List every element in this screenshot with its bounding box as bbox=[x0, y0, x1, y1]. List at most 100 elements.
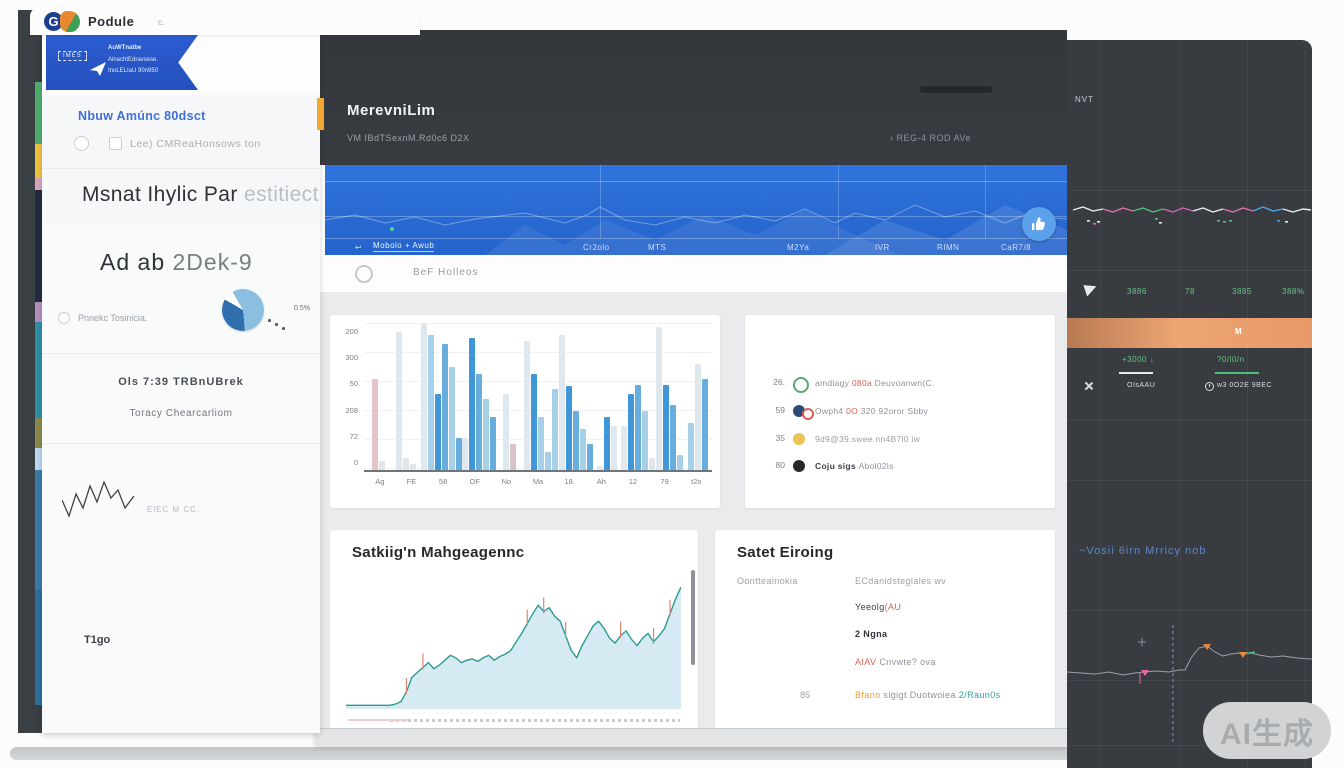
heading-faded: estitiect bbox=[244, 183, 319, 206]
bar bbox=[483, 399, 489, 470]
bar bbox=[476, 374, 482, 470]
ribbon-line-0: AuWTnatbe bbox=[108, 45, 141, 51]
bar-group bbox=[496, 323, 524, 470]
tab[interactable]: ?0/l0/n bbox=[1217, 355, 1245, 364]
x-tick-label: Ma bbox=[522, 477, 554, 486]
dock-color-segment[interactable] bbox=[35, 448, 42, 470]
banner-nav-item[interactable]: IVR bbox=[875, 243, 890, 252]
banner-data-dot bbox=[390, 227, 394, 231]
option-row[interactable]: Lee) CMReaHonsows ton bbox=[74, 135, 261, 149]
table-header-1[interactable]: OIsAAU bbox=[1127, 382, 1155, 389]
pie-percent-label: 0.5% bbox=[294, 305, 310, 312]
table-header-2[interactable]: w3 0O2E 9BEC bbox=[1217, 382, 1272, 389]
app-name-badge: c. bbox=[158, 18, 164, 27]
bar-group bbox=[552, 323, 593, 470]
bar bbox=[695, 364, 701, 470]
bar bbox=[573, 411, 579, 470]
bar bbox=[428, 335, 434, 470]
mid-window-header-right[interactable]: › REG-4 ROD AVe bbox=[890, 133, 971, 143]
metric-value: 388% bbox=[1282, 287, 1304, 296]
banner-nav-item[interactable]: CaR7/8 bbox=[1001, 243, 1031, 252]
checkbox[interactable] bbox=[109, 137, 122, 150]
bar bbox=[702, 379, 708, 470]
side-dock[interactable] bbox=[18, 10, 42, 733]
rank-label: 35 bbox=[759, 433, 785, 443]
dock-color-segment[interactable] bbox=[35, 470, 42, 590]
detail-card-title: Satet Eiroing bbox=[737, 544, 833, 561]
new-object-link[interactable]: Nbuw Amúnc 80dsct bbox=[78, 109, 206, 123]
bar bbox=[469, 338, 475, 470]
list-item-text: Owph4 0O 320 92oror Sbby bbox=[815, 406, 928, 416]
bar-group bbox=[392, 323, 420, 470]
banner-nav-item[interactable]: RIMN bbox=[937, 243, 959, 252]
search-input[interactable]: BeF Holleos bbox=[413, 267, 478, 278]
dock-color-segment[interactable] bbox=[35, 144, 42, 178]
series-label[interactable]: ~Vosii 6irn Mrricy nob bbox=[1079, 545, 1206, 557]
stock-scrollbar[interactable] bbox=[691, 570, 695, 665]
banner-nav-item[interactable]: Cr2olo bbox=[583, 243, 610, 252]
header-scrubber[interactable] bbox=[920, 86, 992, 93]
list-item-text: 9d9@39.swee.nn4B7l0 iw bbox=[815, 434, 920, 444]
list-item[interactable]: 26.amdlagy 080a Deuvoanwn(C. bbox=[745, 377, 1055, 393]
bar bbox=[435, 394, 441, 470]
rank-label: 80 bbox=[759, 460, 785, 470]
radio-label: Pnnekc Tosinicia. bbox=[78, 313, 147, 323]
detail-row[interactable]: 2 Ngna bbox=[855, 629, 887, 639]
rank-label: 59 bbox=[759, 405, 785, 415]
bar bbox=[670, 405, 676, 470]
banner-nav-active[interactable]: Mobolo + Awub bbox=[373, 241, 434, 252]
bar bbox=[442, 344, 448, 470]
bar bbox=[545, 452, 551, 470]
list-item[interactable]: 35 9d9@39.swee.nn4B7l0 iw bbox=[745, 433, 1055, 449]
list-item[interactable]: 59 Owph4 0O 320 92oror Sbby bbox=[745, 405, 1055, 421]
radio-row[interactable]: Pnnekc Tosinicia. bbox=[58, 309, 147, 327]
stock-baseline-dots bbox=[390, 719, 680, 722]
x-tick-label: Ah bbox=[585, 477, 617, 486]
section-title-faded: 2Dek-9 bbox=[173, 249, 253, 275]
bar bbox=[410, 464, 416, 470]
detail-row[interactable]: AIAV Cnvwte? ova bbox=[855, 657, 936, 667]
bar-group bbox=[621, 323, 655, 470]
bar bbox=[379, 461, 385, 470]
dock-color-segment[interactable] bbox=[35, 190, 42, 302]
bar bbox=[552, 389, 558, 470]
dock-color-segment[interactable] bbox=[35, 82, 42, 144]
bar bbox=[628, 394, 634, 470]
bar bbox=[449, 367, 455, 470]
x-tick-label: 18. bbox=[554, 477, 586, 486]
bar-group bbox=[593, 323, 621, 470]
bar bbox=[462, 438, 468, 470]
heat-band[interactable]: M bbox=[1067, 318, 1312, 348]
banner-nav-item[interactable]: M2Ya bbox=[787, 243, 809, 252]
scroll-indicator[interactable] bbox=[317, 98, 324, 130]
like-fab-button[interactable] bbox=[1022, 207, 1056, 241]
detail-row[interactable]: Yeeolg(AU bbox=[855, 602, 901, 612]
search-bar[interactable]: BeF Holleos bbox=[325, 255, 1067, 293]
grid-line bbox=[1067, 270, 1312, 271]
y-tick-label: 72 bbox=[350, 432, 358, 441]
banner-back-icon[interactable]: ↩ bbox=[355, 243, 362, 252]
tab[interactable]: +3000 ↓ bbox=[1122, 355, 1154, 364]
dock-color-segment[interactable] bbox=[35, 178, 42, 190]
x-tick-label: 79 bbox=[649, 477, 681, 486]
y-tick-label: 200 bbox=[345, 327, 358, 336]
radio-button-small[interactable] bbox=[58, 312, 70, 324]
radio-button[interactable] bbox=[74, 136, 89, 151]
detail-row[interactable]: Bfano sigigt Duotwoiea 2/Raun0s bbox=[855, 690, 1001, 700]
promo-ribbon[interactable]: IMES AuWTnatbe AinachtEdravsese. InoLELI… bbox=[46, 35, 198, 90]
ribbon-tag: IMES bbox=[58, 51, 87, 61]
dock-color-segment[interactable] bbox=[35, 302, 42, 322]
detail-rank: 85 bbox=[800, 690, 810, 700]
banner-nav-item[interactable]: MTS bbox=[648, 243, 666, 252]
bar-chart-plot bbox=[364, 323, 712, 472]
list-item[interactable]: 80Coju sigs Abol02ls bbox=[745, 460, 1055, 476]
dock-color-segment[interactable] bbox=[35, 322, 42, 418]
detail-row[interactable]: ECdanidsteglales wv bbox=[855, 576, 946, 586]
dock-color-segment[interactable] bbox=[35, 418, 42, 448]
bar bbox=[559, 335, 565, 470]
dock-color-segment[interactable] bbox=[35, 590, 42, 705]
bar-group bbox=[655, 323, 683, 470]
bar bbox=[621, 426, 627, 470]
x-tick-label: FE bbox=[396, 477, 428, 486]
clock-icon bbox=[1205, 382, 1214, 391]
